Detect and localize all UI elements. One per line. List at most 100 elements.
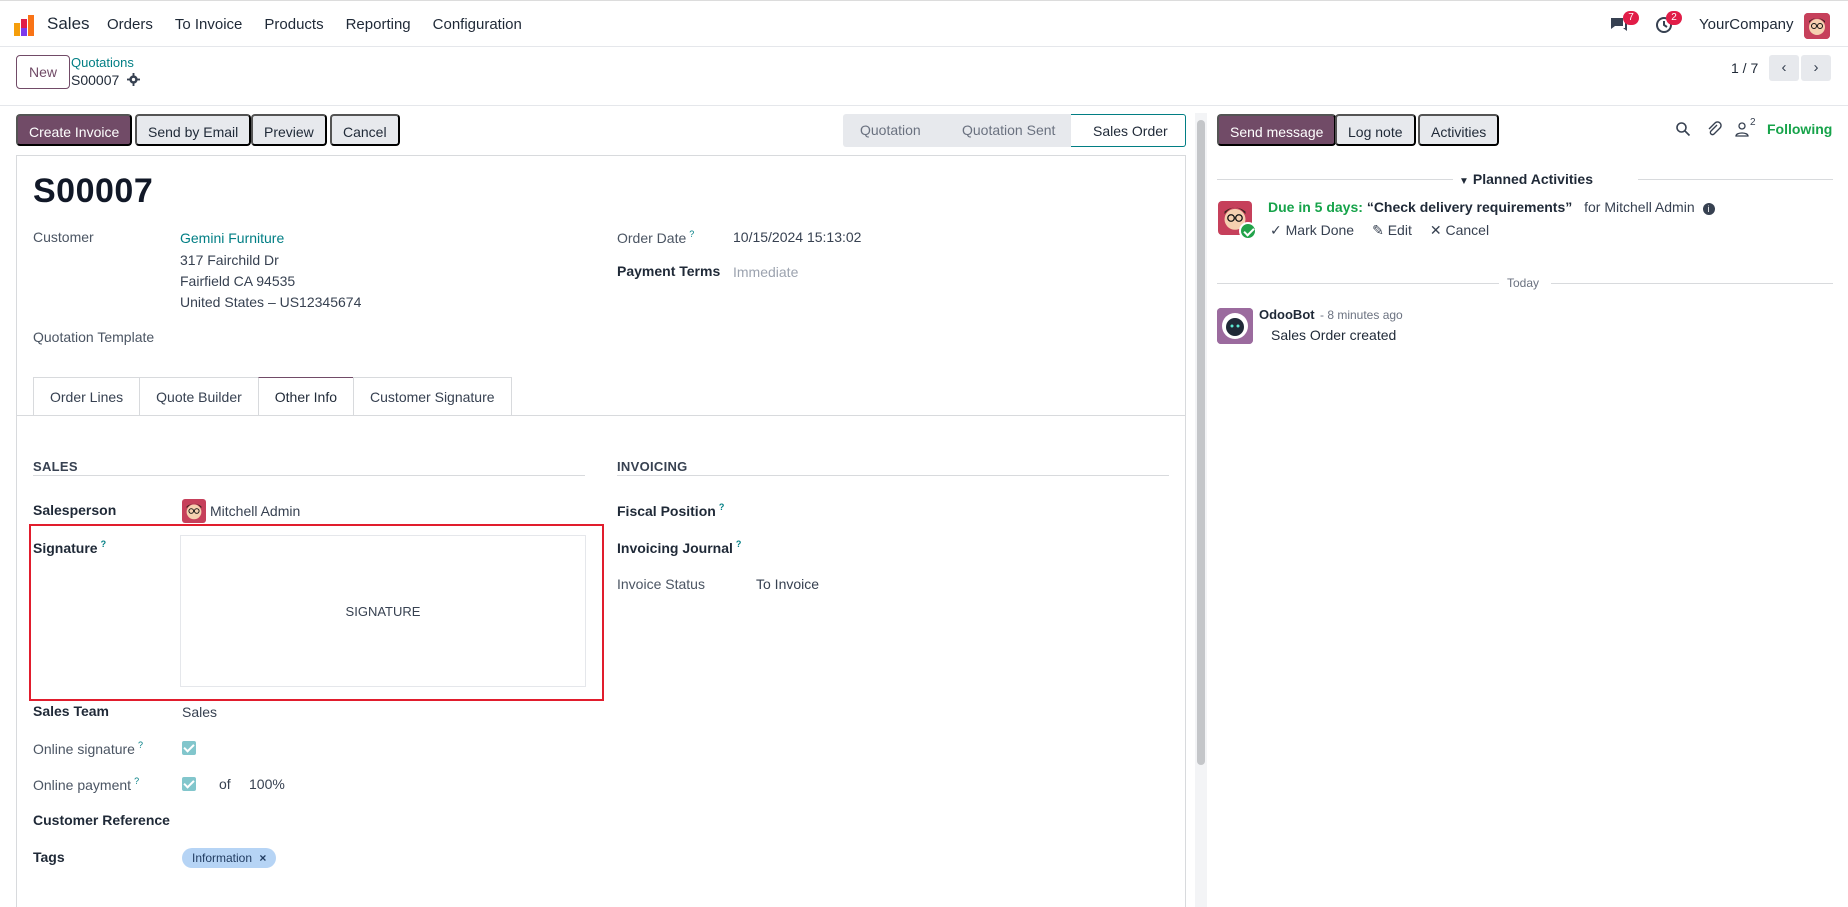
edit-activity-button[interactable]: ✎ Edit bbox=[1372, 222, 1412, 239]
sales-section-title: SALES bbox=[33, 459, 78, 474]
help-icon[interactable]: ? bbox=[134, 776, 139, 786]
preview-button[interactable]: Preview bbox=[251, 114, 327, 146]
sales-section-divider bbox=[33, 475, 585, 476]
menu-reporting[interactable]: Reporting bbox=[346, 16, 411, 33]
help-icon[interactable]: ? bbox=[719, 502, 725, 512]
followers-icon[interactable] bbox=[1734, 121, 1750, 137]
pager-previous-icon[interactable]: ‹ bbox=[1769, 55, 1799, 81]
online-signature-label-text: Online signature bbox=[33, 741, 135, 757]
form-scrollbar-thumb[interactable] bbox=[1197, 120, 1205, 765]
online-payment-label-text: Online payment bbox=[33, 777, 132, 793]
salesperson-avatar bbox=[182, 499, 206, 523]
fiscal-position-label: Fiscal Position? bbox=[617, 502, 724, 519]
message-body: Sales Order created bbox=[1271, 327, 1397, 343]
pencil-icon: ✎ bbox=[1372, 222, 1388, 238]
close-icon: ✕ bbox=[1429, 222, 1446, 238]
send-message-button[interactable]: Send message bbox=[1217, 114, 1337, 146]
menu-configuration[interactable]: Configuration bbox=[433, 16, 522, 33]
message-time: - 8 minutes ago bbox=[1320, 308, 1403, 322]
order-date-label: Order Date? bbox=[617, 229, 694, 246]
help-icon[interactable]: ? bbox=[138, 740, 143, 750]
order-date-field[interactable]: 10/15/2024 15:13:02 bbox=[733, 229, 861, 245]
address-line-1: 317 Fairchild Dr bbox=[180, 252, 279, 268]
cancel-order-button[interactable]: Cancel bbox=[330, 114, 400, 146]
mark-done-button[interactable]: ✓ Mark Done bbox=[1270, 222, 1354, 239]
payment-percent-field[interactable]: 100% bbox=[249, 776, 285, 792]
breadcrumb-current: S00007 bbox=[71, 72, 141, 88]
activity-summary: Due in 5 days: “Check delivery requireme… bbox=[1268, 199, 1715, 215]
online-payment-checkbox[interactable] bbox=[182, 777, 196, 791]
company-switcher[interactable]: YourCompany bbox=[1699, 16, 1794, 33]
send-by-email-button[interactable]: Send by Email bbox=[135, 114, 252, 146]
address-line-2: Fairfield CA 94535 bbox=[180, 273, 296, 289]
activity-actions: ✓ Mark Done ✎ Edit ✕ Cancel bbox=[1270, 222, 1489, 239]
cancel-activity-button[interactable]: ✕ Cancel bbox=[1430, 222, 1489, 239]
sales-app-icon[interactable] bbox=[14, 14, 36, 36]
activity-assignee: for Mitchell Admin bbox=[1584, 199, 1695, 215]
notebook-tabs: Order Lines Quote Builder Other Info Cus… bbox=[33, 377, 512, 416]
paperclip-icon[interactable] bbox=[1706, 121, 1722, 137]
edit-label: Edit bbox=[1387, 222, 1412, 238]
followers-count: 2 bbox=[1750, 117, 1756, 128]
top-navbar: Sales Orders To Invoice Products Reporti… bbox=[0, 0, 1848, 47]
activity-check-icon bbox=[1239, 222, 1257, 240]
customer-link[interactable]: Gemini Furniture bbox=[180, 230, 284, 246]
online-signature-checkbox[interactable] bbox=[182, 741, 196, 755]
record-title: S00007 bbox=[33, 172, 154, 210]
salesperson-label: Salesperson bbox=[33, 502, 117, 518]
app-name[interactable]: Sales bbox=[47, 14, 90, 34]
payment-terms-label: Payment Terms bbox=[617, 263, 721, 279]
stage-quotation[interactable]: Quotation bbox=[843, 114, 939, 147]
activities-button[interactable]: Activities bbox=[1418, 114, 1500, 146]
customer-label: Customer bbox=[33, 229, 94, 245]
menu-products[interactable]: Products bbox=[264, 16, 323, 33]
stage-sales-order[interactable]: Sales Order bbox=[1071, 114, 1186, 147]
tags-label: Tags bbox=[33, 849, 65, 865]
search-icon[interactable] bbox=[1675, 121, 1691, 137]
tab-quote-builder[interactable]: Quote Builder bbox=[139, 377, 258, 416]
payment-terms-field[interactable]: Immediate bbox=[733, 264, 798, 280]
help-icon[interactable]: ? bbox=[689, 229, 694, 239]
planned-activities-toggle[interactable]: ▼ Planned Activities bbox=[1459, 171, 1593, 187]
message-author[interactable]: OdooBot bbox=[1259, 307, 1315, 322]
caret-down-icon: ▼ bbox=[1459, 176, 1469, 187]
order-date-label-text: Order Date bbox=[617, 230, 687, 246]
tag-pill[interactable]: Information × bbox=[182, 848, 277, 868]
stage-quotation-sent[interactable]: Quotation Sent bbox=[939, 114, 1071, 147]
log-note-button[interactable]: Log note bbox=[1335, 114, 1416, 146]
salesperson-field[interactable]: Mitchell Admin bbox=[210, 503, 300, 519]
gear-icon[interactable] bbox=[127, 73, 141, 86]
create-invoice-button[interactable]: Create Invoice bbox=[16, 114, 133, 146]
planned-divider-left bbox=[1217, 179, 1453, 180]
quotation-template-label: Quotation Template bbox=[33, 329, 155, 345]
invoicing-section-divider bbox=[617, 475, 1169, 476]
tab-order-lines[interactable]: Order Lines bbox=[33, 377, 140, 416]
check-icon: ✓ bbox=[1270, 222, 1286, 238]
menu-to-invoice[interactable]: To Invoice bbox=[175, 16, 243, 33]
tab-divider bbox=[16, 415, 1185, 416]
address-line-3: United States – US12345674 bbox=[180, 294, 362, 310]
tag-remove-icon[interactable]: × bbox=[259, 851, 266, 865]
pager-next-icon[interactable]: › bbox=[1801, 55, 1831, 81]
new-button[interactable]: New bbox=[16, 55, 71, 89]
pager-value[interactable]: 1 / 7 bbox=[1731, 60, 1758, 76]
tab-customer-signature[interactable]: Customer Signature bbox=[353, 377, 512, 416]
activity-due: Due in 5 days: bbox=[1268, 199, 1363, 215]
activity-count-badge: 2 bbox=[1666, 11, 1682, 25]
following-button[interactable]: Following bbox=[1767, 121, 1832, 137]
invoice-status-label: Invoice Status bbox=[617, 576, 705, 592]
user-avatar[interactable] bbox=[1804, 13, 1830, 39]
control-panel: New Quotations S00007 1 / 7 ‹ › bbox=[0, 47, 1848, 106]
tab-other-info[interactable]: Other Info bbox=[257, 377, 354, 416]
breadcrumb-quotations[interactable]: Quotations bbox=[71, 55, 134, 70]
mark-done-label: Mark Done bbox=[1285, 222, 1355, 238]
online-signature-label: Online signature? bbox=[33, 740, 143, 757]
main-menu: Orders To Invoice Products Reporting Con… bbox=[107, 16, 522, 33]
menu-orders[interactable]: Orders bbox=[107, 16, 153, 33]
highlight-box bbox=[29, 524, 604, 701]
activity-title: “Check delivery requirements” bbox=[1366, 199, 1573, 215]
info-icon[interactable]: i bbox=[1702, 203, 1715, 215]
sales-team-field[interactable]: Sales bbox=[182, 704, 217, 720]
sales-team-label: Sales Team bbox=[33, 703, 110, 719]
help-icon[interactable]: ? bbox=[736, 539, 742, 549]
